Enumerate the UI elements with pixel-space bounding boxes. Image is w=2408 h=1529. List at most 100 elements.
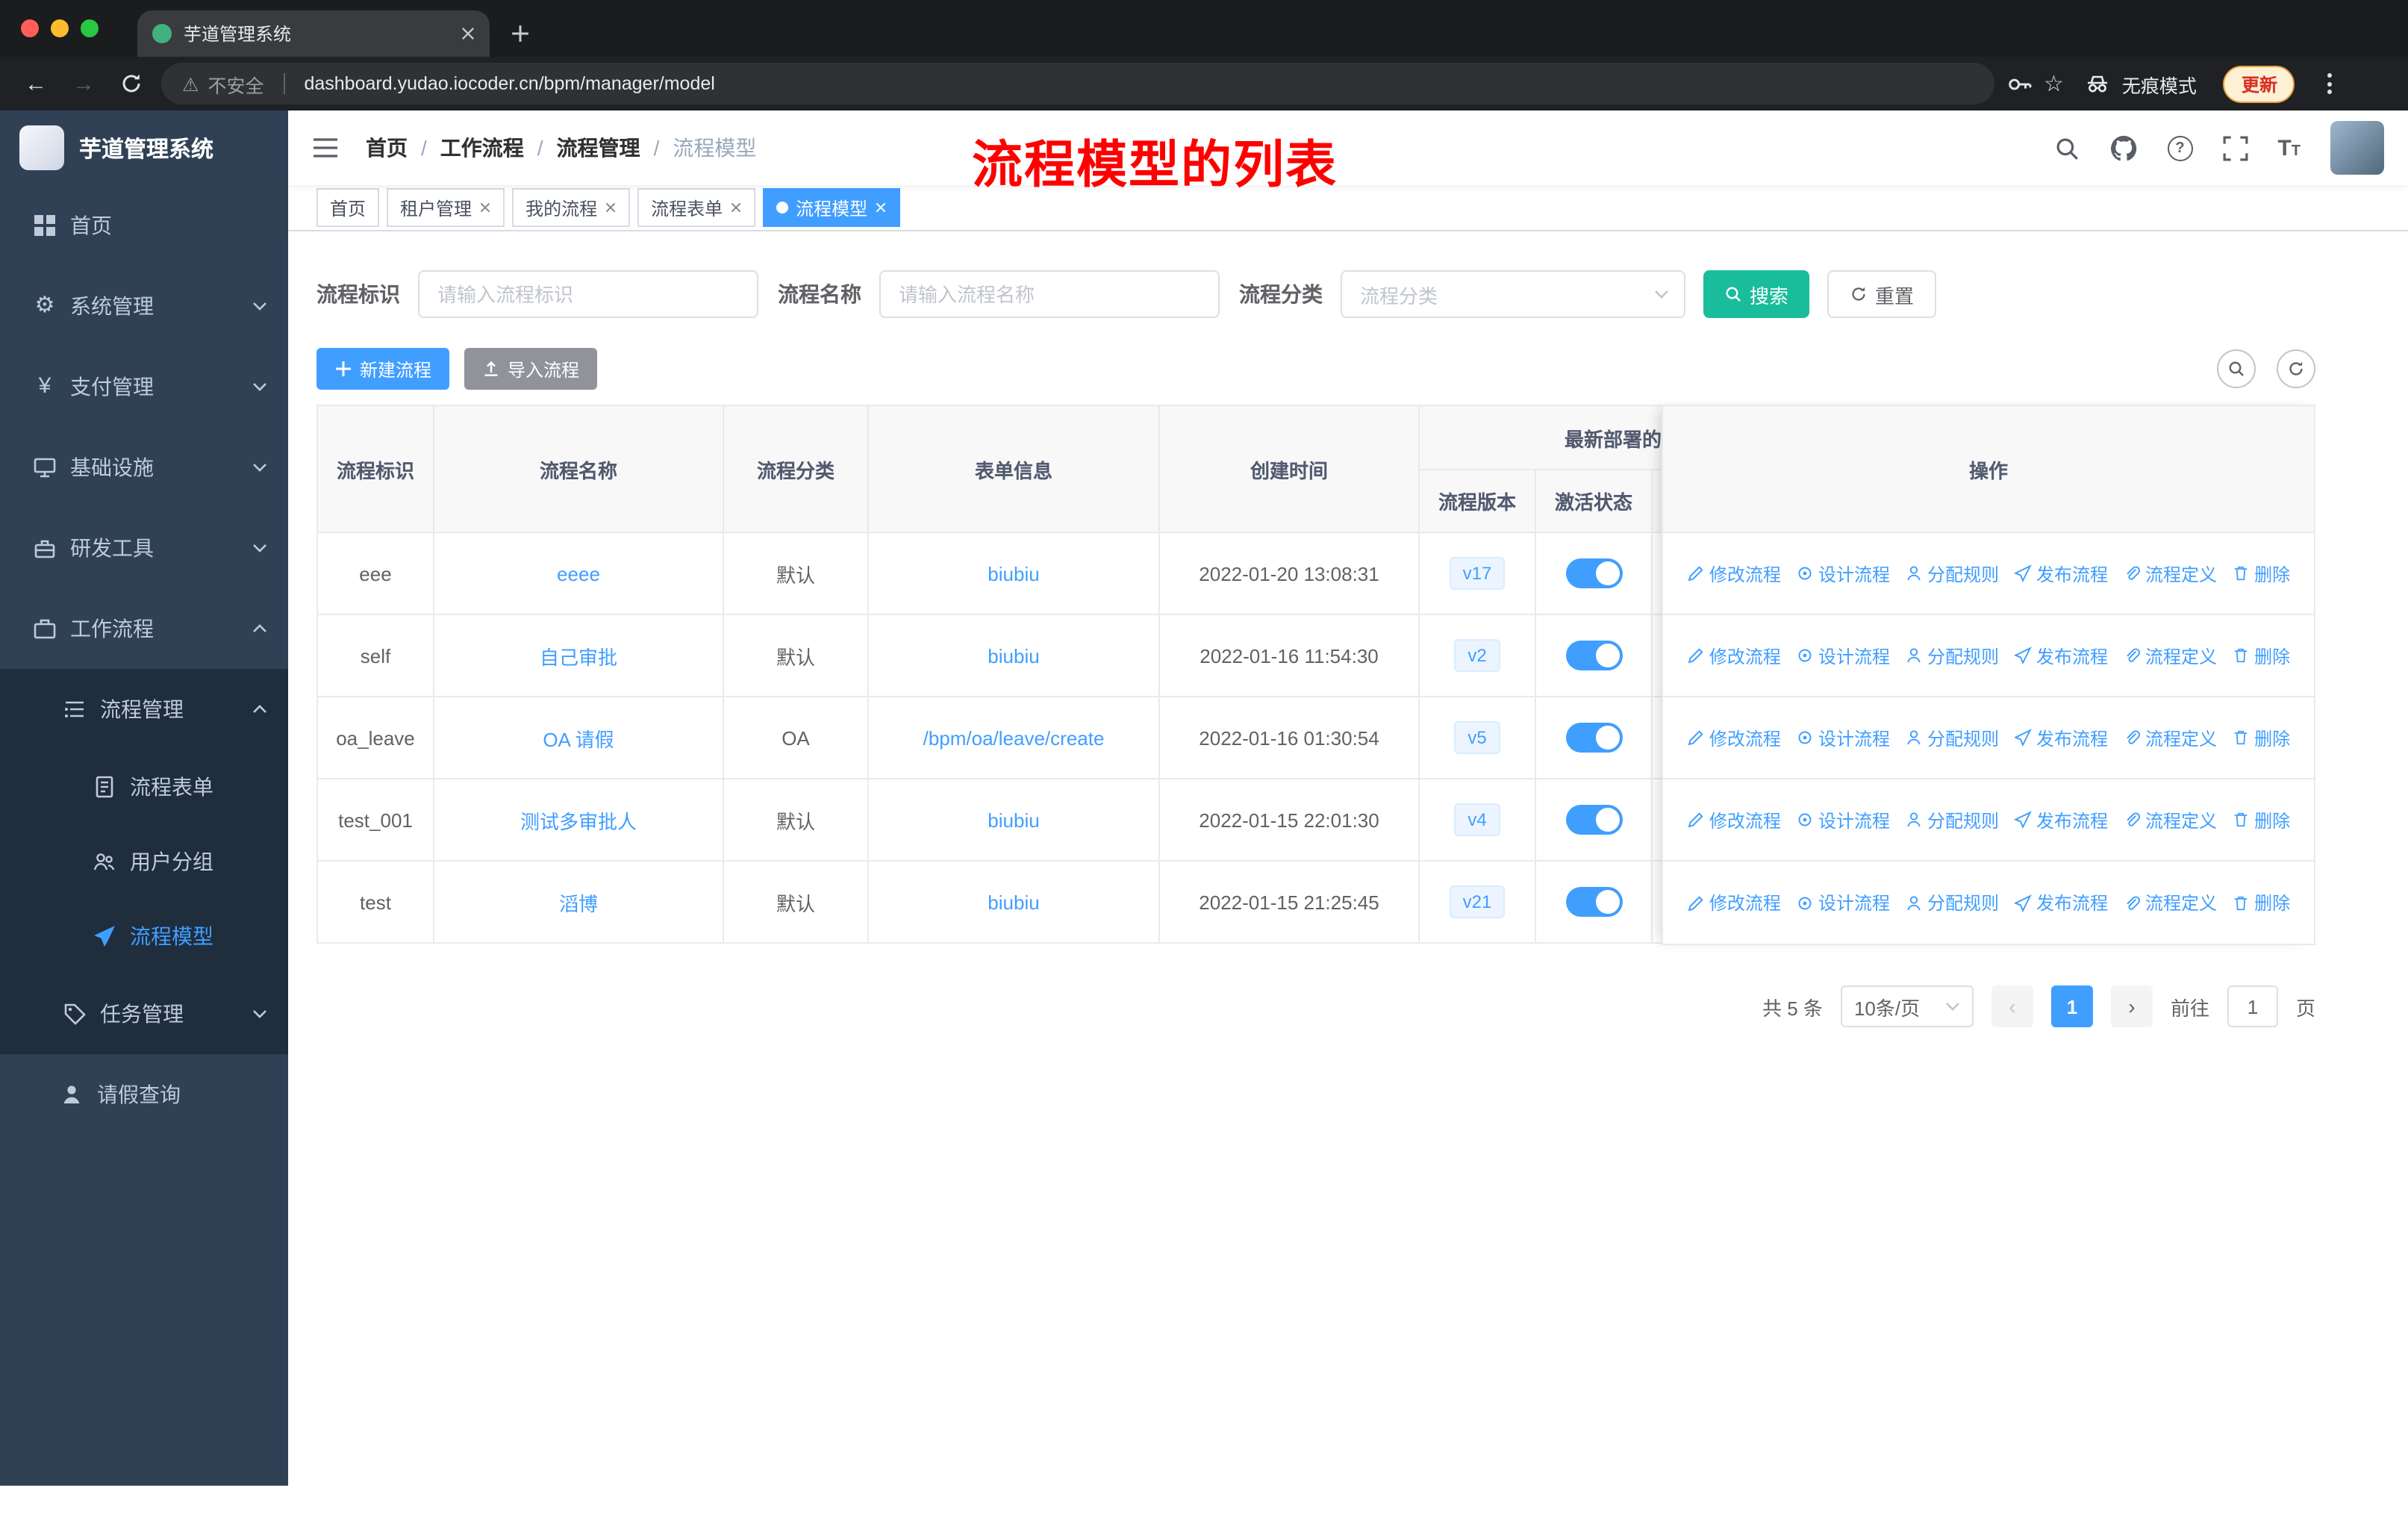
edit-process-link[interactable]: 修改流程 (1687, 643, 1781, 668)
bookmark-star-icon[interactable]: ☆ (2044, 70, 2064, 97)
edit-process-link[interactable]: 修改流程 (1687, 890, 1781, 915)
tag-process-model[interactable]: 流程模型 (763, 188, 901, 227)
hamburger-icon[interactable] (312, 136, 339, 160)
form-info-link[interactable]: /bpm/oa/leave/create (923, 726, 1105, 749)
sidebar-item-user-group[interactable]: 用户分组 (0, 824, 288, 899)
process-definition-link[interactable]: 流程定义 (2123, 643, 2217, 668)
sidebar-item-payment[interactable]: ¥ 支付管理 (0, 346, 288, 427)
design-process-link[interactable]: 设计流程 (1796, 890, 1890, 915)
import-process-button[interactable]: 导入流程 (464, 348, 598, 390)
form-info-link[interactable]: biubiu (988, 562, 1039, 585)
publish-process-link[interactable]: 发布流程 (2014, 890, 2108, 915)
design-process-link[interactable]: 设计流程 (1796, 643, 1890, 668)
url-text[interactable]: dashboard.yudao.iocoder.cn/bpm/manager/m… (304, 73, 714, 94)
delete-link[interactable]: 删除 (2232, 807, 2290, 832)
prev-page-button[interactable]: ‹ (1991, 985, 2033, 1027)
process-key-input[interactable] (418, 270, 758, 318)
sidebar-item-home[interactable]: 首页 (0, 185, 288, 266)
close-icon[interactable] (730, 202, 742, 214)
address-bar[interactable]: ⚠ 不安全 dashboard.yudao.iocoder.cn/bpm/man… (161, 63, 1994, 105)
reload-icon[interactable] (113, 72, 149, 96)
app-logo[interactable]: 芋道管理系统 (0, 110, 288, 185)
publish-process-link[interactable]: 发布流程 (2014, 643, 2108, 668)
sidebar-item-infrastructure[interactable]: 基础设施 (0, 427, 288, 508)
assign-rule-link[interactable]: 分配规则 (1905, 561, 1999, 586)
process-definition-link[interactable]: 流程定义 (2123, 725, 2217, 750)
github-icon[interactable] (2109, 134, 2137, 162)
browser-tab[interactable]: 芋道管理系统 (137, 10, 490, 57)
refresh-table-button[interactable] (2277, 349, 2315, 388)
close-icon[interactable] (875, 202, 887, 214)
publish-process-link[interactable]: 发布流程 (2014, 725, 2108, 750)
form-info-link[interactable]: biubiu (988, 644, 1039, 667)
back-icon[interactable]: ← (18, 71, 54, 96)
design-process-link[interactable]: 设计流程 (1796, 561, 1890, 586)
assign-rule-link[interactable]: 分配规则 (1905, 725, 1999, 750)
sidebar-item-process-mgmt[interactable]: 流程管理 (0, 669, 288, 750)
design-process-link[interactable]: 设计流程 (1796, 807, 1890, 832)
model-name-link[interactable]: 自己审批 (540, 646, 617, 668)
active-toggle[interactable] (1565, 887, 1622, 917)
process-definition-link[interactable]: 流程定义 (2123, 890, 2217, 915)
sidebar-item-process-model[interactable]: 流程模型 (0, 899, 288, 974)
delete-link[interactable]: 删除 (2232, 643, 2290, 668)
sidebar-item-system[interactable]: ⚙ 系统管理 (0, 266, 288, 346)
design-process-link[interactable]: 设计流程 (1796, 725, 1890, 750)
publish-process-link[interactable]: 发布流程 (2014, 807, 2108, 832)
delete-link[interactable]: 删除 (2232, 725, 2290, 750)
sidebar-item-leave-query[interactable]: 请假查询 (0, 1054, 288, 1135)
edit-process-link[interactable]: 修改流程 (1687, 807, 1781, 832)
close-icon[interactable] (605, 202, 617, 214)
assign-rule-link[interactable]: 分配规则 (1905, 643, 1999, 668)
help-icon[interactable]: ? (2167, 135, 2193, 161)
assign-rule-link[interactable]: 分配规则 (1905, 890, 1999, 915)
model-name-link[interactable]: OA 请假 (543, 728, 614, 750)
category-select[interactable]: 流程分类 (1341, 270, 1685, 318)
close-window-button[interactable] (21, 19, 39, 37)
tag-tenant[interactable]: 租户管理 (387, 188, 505, 227)
new-tab-icon[interactable] (511, 24, 530, 43)
edit-process-link[interactable]: 修改流程 (1687, 561, 1781, 586)
avatar[interactable] (2330, 121, 2384, 175)
sidebar-item-task-mgmt[interactable]: 任务管理 (0, 974, 288, 1054)
active-toggle[interactable] (1565, 805, 1622, 835)
key-icon[interactable] (2006, 71, 2032, 96)
delete-link[interactable]: 删除 (2232, 561, 2290, 586)
delete-link[interactable]: 删除 (2232, 890, 2290, 915)
model-name-link[interactable]: eeee (557, 562, 600, 585)
model-name-link[interactable]: 测试多审批人 (520, 810, 637, 832)
toggle-search-button[interactable] (2217, 349, 2256, 388)
more-menu-icon[interactable] (2322, 73, 2339, 94)
form-info-link[interactable]: biubiu (988, 809, 1039, 831)
next-page-button[interactable]: › (2110, 985, 2153, 1027)
search-icon[interactable] (2053, 135, 2079, 161)
tag-process-form[interactable]: 流程表单 (637, 188, 756, 227)
close-icon[interactable] (479, 202, 491, 214)
process-definition-link[interactable]: 流程定义 (2123, 807, 2217, 832)
goto-page-input[interactable] (2227, 985, 2278, 1027)
edit-process-link[interactable]: 修改流程 (1687, 725, 1781, 750)
process-name-input[interactable] (879, 270, 1220, 318)
zoom-window-button[interactable] (81, 19, 99, 37)
active-toggle[interactable] (1565, 641, 1622, 670)
update-button[interactable]: 更新 (2223, 65, 2295, 102)
reset-button[interactable]: 重置 (1827, 270, 1937, 318)
forward-icon[interactable]: → (66, 71, 102, 96)
font-size-icon[interactable]: TT (2277, 135, 2301, 161)
assign-rule-link[interactable]: 分配规则 (1905, 807, 1999, 832)
create-process-button[interactable]: 新建流程 (316, 348, 450, 390)
page-1-button[interactable]: 1 (2050, 985, 2093, 1027)
tab-close-icon[interactable] (461, 27, 475, 40)
model-name-link[interactable]: 滔博 (559, 892, 598, 915)
search-button[interactable]: 搜索 (1703, 270, 1810, 318)
breadcrumb-workflow[interactable]: 工作流程 (408, 133, 524, 163)
minimize-window-button[interactable] (51, 19, 69, 37)
form-info-link[interactable]: biubiu (988, 891, 1039, 913)
tag-home[interactable]: 首页 (316, 188, 380, 227)
active-toggle[interactable] (1565, 558, 1622, 588)
breadcrumb-process-mgmt[interactable]: 流程管理 (524, 133, 640, 163)
process-definition-link[interactable]: 流程定义 (2123, 561, 2217, 586)
sidebar-item-process-form[interactable]: 流程表单 (0, 750, 288, 824)
active-toggle[interactable] (1565, 723, 1622, 753)
page-size-select[interactable]: 10条/页 (1840, 985, 1974, 1027)
